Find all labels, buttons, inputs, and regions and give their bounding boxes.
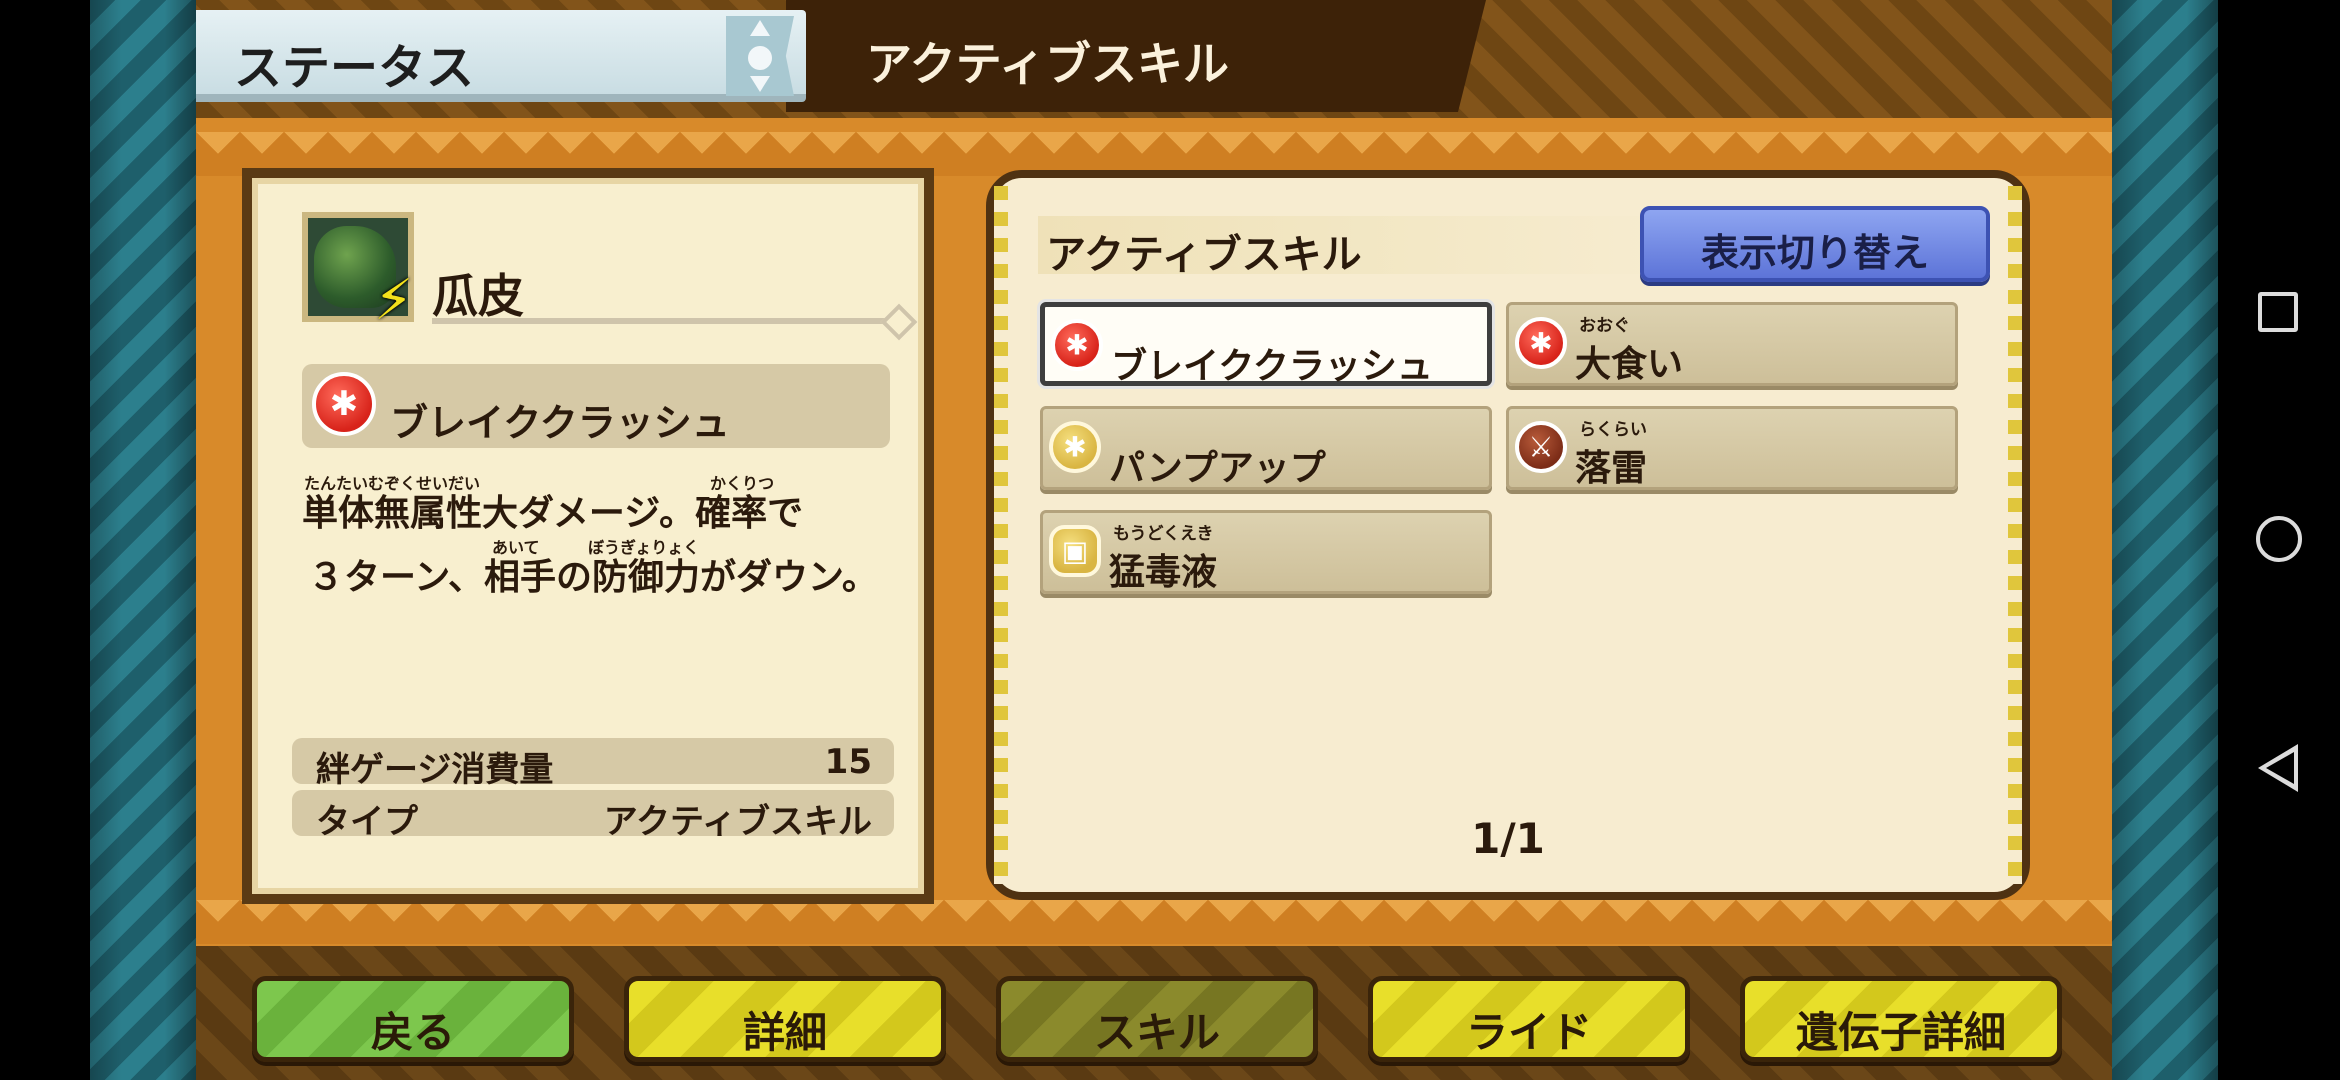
- back-button[interactable]: 戻る: [252, 976, 574, 1062]
- toggle-display-label: 表示切り替え: [1700, 231, 1929, 275]
- skill-button-big-eater[interactable]: ✱ おおぐ 大食い: [1506, 302, 1958, 386]
- skill-name: 猛毒液: [1109, 552, 1218, 593]
- power-figure-icon: ✱: [1515, 317, 1567, 369]
- info-key: タイプ: [316, 802, 418, 842]
- android-navigation-bar: [2218, 0, 2340, 1080]
- bottom-nav-bar: 戻る 詳細 スキル ライド 遺伝子詳細: [196, 946, 2112, 1080]
- header-bar: ステータス アクティブスキル: [196, 0, 2112, 118]
- skill-name: 大食い: [1575, 344, 1684, 385]
- monster-name: 瓜皮: [432, 269, 524, 323]
- shield-icon: ▣: [1049, 525, 1101, 577]
- skill-button-deadly-poison[interactable]: ▣ もうどくえき 猛毒液: [1040, 510, 1492, 594]
- back-triangle-icon[interactable]: [2258, 744, 2298, 792]
- scroll-up-icon: [750, 20, 770, 36]
- skill-ruby: おおぐ: [1579, 316, 1630, 336]
- bond-gauge-cost-row: 絆ゲージ消費量 15: [292, 738, 894, 790]
- skill-description-line2: ３ターン、相手の防御力がダウン。: [308, 557, 878, 598]
- back-button-label: 戻る: [370, 1008, 455, 1057]
- lightning-sword-icon: ⚔: [1515, 421, 1567, 473]
- home-icon[interactable]: [2256, 516, 2302, 562]
- ride-button-label: ライド: [1465, 1008, 1592, 1057]
- skill-name: パンプアップ: [1109, 448, 1326, 489]
- panel-heading: アクティブスキル: [1038, 216, 1678, 278]
- skill-button-break-crush[interactable]: ✱ ブレイククラッシュ: [1040, 302, 1492, 387]
- power-figure-icon: ✱: [1051, 319, 1103, 371]
- skill-ruby: もうどくえき: [1113, 524, 1214, 544]
- skill-detail-card: ⚡ 瓜皮 ✱ ブレイククラッシュ たんたいむぞくせいだい かくりつ 単体無属性大…: [242, 168, 934, 904]
- info-value: アクティブスキル: [603, 802, 872, 842]
- skill-button[interactable]: スキル: [996, 976, 1318, 1062]
- game-frame: ステータス アクティブスキル ⚡ 瓜皮 ✱ ブレイククラッシュ たんたいむぞくせ…: [196, 0, 2112, 1080]
- pump-up-icon: ✱: [1049, 421, 1101, 473]
- status-tab-label: ステータス: [234, 40, 475, 96]
- panel-heading-text: アクティブスキル: [1046, 232, 1362, 278]
- info-key: 絆ゲージ消費量: [316, 750, 554, 790]
- recent-apps-icon[interactable]: [2258, 292, 2298, 332]
- gene-detail-button-label: 遺伝子詳細: [1795, 1008, 2006, 1057]
- skill-type-row: タイプ アクティブスキル: [292, 790, 894, 842]
- thunder-bolt-icon: ⚡: [374, 268, 414, 333]
- page-title: アクティブスキル: [866, 37, 1229, 91]
- toggle-display-button[interactable]: 表示切り替え: [1640, 206, 1990, 282]
- skill-name: ブレイククラッシュ: [1111, 346, 1433, 387]
- gene-detail-button[interactable]: 遺伝子詳細: [1740, 976, 2062, 1062]
- skill-description-line1: 単体無属性大ダメージ。確率で: [302, 493, 804, 534]
- skill-ruby: らくらい: [1579, 420, 1647, 440]
- status-tab[interactable]: ステータス: [196, 10, 806, 102]
- skill-name: 落雷: [1575, 448, 1648, 489]
- skill-button-label: スキル: [1093, 1008, 1220, 1057]
- status-tab-scroll-icon[interactable]: [726, 16, 794, 96]
- left-decorative-border: [90, 0, 196, 1080]
- skill-button-pump-up[interactable]: ✱ パンプアップ: [1040, 406, 1492, 490]
- monster-thumbnail: ⚡: [302, 212, 414, 333]
- selected-skill-name: ブレイククラッシュ: [390, 401, 730, 445]
- info-value: 15: [824, 742, 872, 782]
- zigzag-band-bottom: [196, 900, 2112, 944]
- page-indicator: 1/1: [1471, 814, 1545, 863]
- detail-button-label: 詳細: [742, 1008, 827, 1057]
- power-figure-icon: ✱: [312, 372, 376, 436]
- selected-skill-header: ✱ ブレイククラッシュ: [302, 364, 890, 448]
- detail-button[interactable]: 詳細: [624, 976, 946, 1062]
- ride-button[interactable]: ライド: [1368, 976, 1690, 1062]
- skill-button-lightning-strike[interactable]: ⚔ らくらい 落雷: [1506, 406, 1958, 490]
- scroll-dot-icon: [748, 46, 772, 70]
- right-decorative-border: [2112, 0, 2218, 1080]
- scroll-down-icon: [750, 76, 770, 92]
- name-divider: [432, 318, 902, 324]
- active-skill-list-panel: アクティブスキル 表示切り替え ✱ ブレイククラッシュ ✱ おおぐ 大食い ✱ …: [986, 170, 2030, 900]
